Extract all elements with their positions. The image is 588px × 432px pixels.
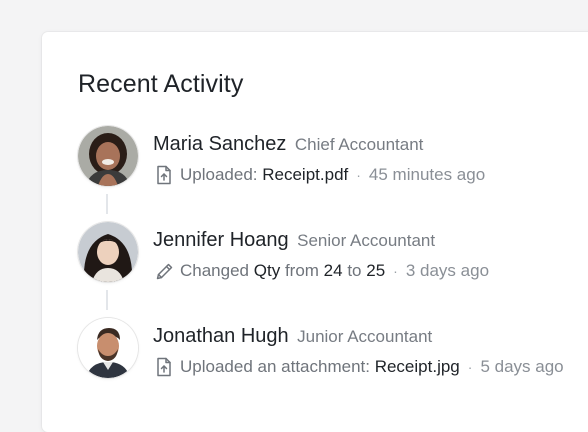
activity-header: Jonathan Hugh Junior Accountant (153, 324, 432, 350)
user-name[interactable]: Jennifer Hoang (153, 229, 289, 251)
user-name[interactable]: Maria Sanchez (153, 133, 286, 155)
avatar-jonathan-hugh[interactable] (78, 318, 138, 378)
timeline-connector (106, 290, 108, 310)
separator-dot: · (356, 167, 361, 183)
new-value: 25 (366, 261, 386, 280)
changed-field: Qty (253, 261, 281, 280)
file-upload-icon (154, 357, 174, 377)
timeline-connector (106, 194, 108, 214)
separator-dot: · (467, 359, 473, 375)
old-value: 24 (323, 261, 343, 280)
separator-dot: · (393, 263, 398, 279)
activity-action: Uploaded an attachment: Receipt.jpg · 5 … (154, 356, 564, 378)
user-name[interactable]: Jonathan Hugh (153, 325, 289, 347)
activity-item-jonathan-hugh: Jonathan Hugh Junior Accountant Uploaded… (78, 318, 588, 382)
from-word: from (284, 261, 319, 280)
timestamp: 3 days ago (405, 261, 490, 280)
avatar-portrait-icon (78, 222, 138, 282)
user-role: Senior Accountant (297, 231, 436, 250)
activity-action: Uploaded: Receipt.pdf · 45 minutes ago (154, 164, 485, 186)
avatar-jennifer-hoang[interactable] (78, 222, 138, 282)
activity-header: Maria Sanchez Chief Accountant (153, 132, 423, 158)
user-role: Chief Accountant (294, 135, 424, 154)
avatar-maria-sanchez[interactable] (78, 126, 138, 186)
activity-item-jennifer-hoang: Jennifer Hoang Senior Accountant Changed… (78, 222, 588, 286)
action-text: Uploaded: (180, 165, 258, 184)
activity-action: Changed Qty from 24 to 25 · 3 days ago (154, 260, 489, 282)
user-role: Junior Accountant (297, 327, 433, 346)
avatar-portrait-icon (78, 126, 138, 186)
avatar-portrait-icon (78, 318, 138, 378)
activity-header: Jennifer Hoang Senior Accountant (153, 228, 435, 254)
section-title: Recent Activity (78, 70, 244, 98)
timestamp: 45 minutes ago (368, 165, 486, 184)
action-text: Uploaded an attachment: (180, 357, 370, 376)
activity-item-maria-sanchez: Maria Sanchez Chief Accountant Uploaded:… (78, 126, 588, 190)
to-word: to (347, 261, 362, 280)
file-upload-icon (154, 165, 174, 185)
file-link[interactable]: Receipt.jpg (375, 356, 460, 378)
timestamp: 5 days ago (480, 357, 564, 376)
pencil-icon (154, 261, 174, 281)
file-link[interactable]: Receipt.pdf (262, 164, 348, 186)
action-text: Changed (180, 261, 250, 280)
